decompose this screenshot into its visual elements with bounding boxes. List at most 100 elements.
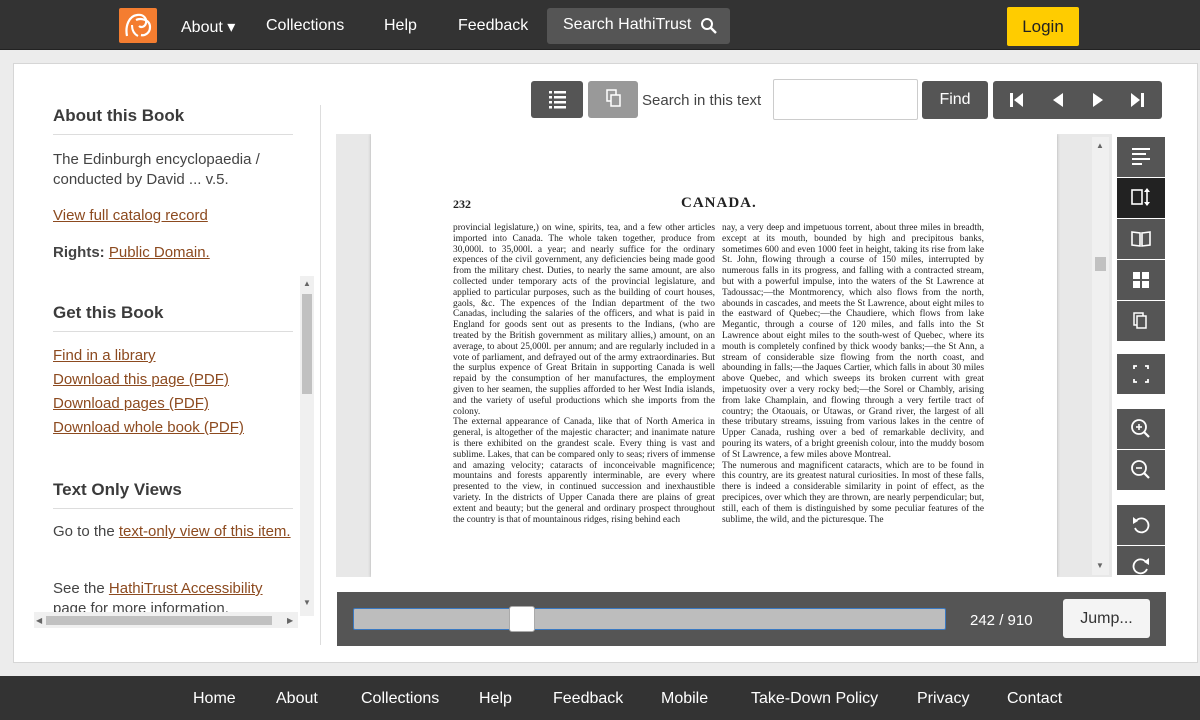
- page-navigation-group: [993, 81, 1162, 119]
- rotate-right-button[interactable]: [1117, 546, 1165, 575]
- plain-text-view-button[interactable]: [1117, 137, 1165, 177]
- text-only-paragraph: Go to the text-only view of this item.: [53, 522, 293, 542]
- footer-mobile-link[interactable]: Mobile: [661, 690, 708, 708]
- fullscreen-button[interactable]: [1117, 354, 1165, 394]
- footer-feedback-link[interactable]: Feedback: [553, 690, 623, 708]
- rights-link[interactable]: Public Domain.: [109, 244, 210, 261]
- about-book-heading: About this Book: [53, 106, 185, 125]
- zoom-in-icon: [1131, 419, 1150, 438]
- hathitrust-logo[interactable]: [119, 8, 157, 43]
- copy-view-button[interactable]: [588, 81, 638, 118]
- footer-home-link[interactable]: Home: [193, 690, 236, 708]
- accessibility-paragraph: See the HathiTrust Accessibility page fo…: [53, 579, 293, 613]
- flip-view-button[interactable]: [1117, 219, 1165, 259]
- get-book-heading: Get this Book: [53, 303, 164, 322]
- scroll-page-icon: [1131, 188, 1150, 206]
- login-button[interactable]: Login: [1007, 7, 1079, 46]
- thumbnail-view-button[interactable]: [1117, 260, 1165, 300]
- find-in-library-link[interactable]: Find in a library: [53, 347, 156, 364]
- previous-page-icon: [1053, 93, 1063, 107]
- scroll-down-arrow-icon[interactable]: ▼: [303, 598, 311, 607]
- page-column-right: nay, a very deep and impetuous torrent, …: [722, 223, 984, 525]
- nav-about[interactable]: About ▾: [181, 17, 235, 37]
- sidebar-vertical-scrollbar[interactable]: ▲ ▼: [300, 276, 314, 616]
- viewer-scrollbar[interactable]: ▲ ▼: [1092, 137, 1109, 575]
- rights-line: Rights: Public Domain.: [53, 243, 313, 263]
- page-number-text: 232: [453, 197, 471, 211]
- search-in-text-label: Search in this text: [642, 92, 762, 109]
- scroll-left-arrow-icon[interactable]: ◀: [36, 616, 42, 625]
- page-image: 232 CANADA. provincial legislature,) on …: [371, 134, 1057, 577]
- divider: [53, 508, 293, 509]
- list-view-button[interactable]: [531, 81, 583, 118]
- fullscreen-icon: [1133, 365, 1149, 383]
- search-hathitrust-label: Search HathiTrust: [563, 16, 692, 33]
- zoom-out-button[interactable]: [1117, 450, 1165, 490]
- copy-icon: [606, 89, 621, 107]
- last-page-icon: [1131, 93, 1144, 107]
- download-pages-pdf-link[interactable]: Download pages (PDF): [53, 395, 209, 412]
- accessibility-prefix: See the: [53, 580, 109, 597]
- top-navigation: About ▾ Collections Help Feedback Search…: [0, 0, 1200, 50]
- text-only-prefix: Go to the: [53, 523, 119, 540]
- text-only-heading: Text Only Views: [53, 480, 182, 499]
- page-count: 242 / 910: [970, 612, 1033, 629]
- zoom-in-button[interactable]: [1117, 409, 1165, 449]
- search-hathitrust-button[interactable]: Search HathiTrust: [547, 8, 730, 44]
- scrollbar-thumb[interactable]: [1095, 257, 1106, 271]
- page-slider-track[interactable]: [353, 608, 946, 630]
- search-in-text-input[interactable]: [773, 79, 918, 120]
- scroll-view-button[interactable]: [1117, 178, 1165, 218]
- first-page-icon: [1010, 93, 1023, 107]
- nav-feedback[interactable]: Feedback: [458, 17, 528, 35]
- page-view-button[interactable]: [1117, 301, 1165, 341]
- rotate-right-icon: [1132, 558, 1149, 575]
- elephant-logo-icon: [125, 13, 152, 37]
- rotate-left-icon: [1133, 517, 1150, 534]
- text-only-link[interactable]: text-only view of this item.: [119, 523, 291, 540]
- last-page-button[interactable]: [1117, 81, 1159, 119]
- scrollbar-thumb[interactable]: [302, 294, 312, 394]
- footer-contact-link[interactable]: Contact: [1007, 690, 1062, 708]
- rights-label: Rights:: [53, 244, 105, 261]
- page-column-left: provincial legislature,) on wine, spirit…: [453, 223, 715, 525]
- scroll-up-arrow-icon[interactable]: ▲: [1096, 141, 1104, 150]
- footer-collections-link[interactable]: Collections: [361, 690, 439, 708]
- jump-button[interactable]: Jump...: [1063, 599, 1150, 638]
- find-button[interactable]: Find: [922, 81, 988, 119]
- divider: [53, 331, 293, 332]
- sidebar-horizontal-scrollbar[interactable]: ◀ ▶: [34, 612, 298, 628]
- list-icon: [549, 91, 566, 109]
- download-page-pdf-link[interactable]: Download this page (PDF): [53, 371, 229, 388]
- rotate-left-button[interactable]: [1117, 505, 1165, 545]
- scrollbar-thumb[interactable]: [46, 616, 272, 625]
- pages-icon: [1133, 312, 1147, 329]
- download-book-pdf-link[interactable]: Download whole book (PDF): [53, 419, 244, 436]
- divider: [53, 134, 293, 135]
- previous-page-button[interactable]: [1037, 81, 1079, 119]
- book-title: The Edinburgh encyclopaedia / conducted …: [53, 151, 260, 188]
- footer-takedown-link[interactable]: Take-Down Policy: [751, 690, 878, 708]
- search-icon: [701, 18, 717, 34]
- grid-icon: [1133, 272, 1149, 288]
- text-lines-icon: [1132, 148, 1150, 165]
- zoom-out-icon: [1131, 460, 1150, 479]
- page-viewer[interactable]: 232 CANADA. provincial legislature,) on …: [336, 134, 1112, 577]
- nav-help[interactable]: Help: [384, 17, 417, 35]
- scroll-up-arrow-icon[interactable]: ▲: [303, 279, 311, 288]
- open-book-icon: [1131, 231, 1151, 247]
- footer: Home About Collections Help Feedback Mob…: [0, 676, 1200, 720]
- footer-privacy-link[interactable]: Privacy: [917, 690, 969, 708]
- next-page-button[interactable]: [1077, 81, 1119, 119]
- footer-help-link[interactable]: Help: [479, 690, 512, 708]
- next-page-icon: [1093, 93, 1103, 107]
- scroll-right-arrow-icon[interactable]: ▶: [287, 616, 293, 625]
- page-heading: CANADA.: [681, 195, 757, 211]
- page-slider-handle[interactable]: [509, 606, 536, 632]
- scroll-down-arrow-icon[interactable]: ▼: [1096, 561, 1104, 570]
- nav-collections[interactable]: Collections: [266, 17, 344, 35]
- footer-about-link[interactable]: About: [276, 690, 318, 708]
- first-page-button[interactable]: [995, 81, 1037, 119]
- catalog-record-link[interactable]: View full catalog record: [53, 207, 208, 224]
- accessibility-link[interactable]: HathiTrust Accessibility: [109, 580, 263, 597]
